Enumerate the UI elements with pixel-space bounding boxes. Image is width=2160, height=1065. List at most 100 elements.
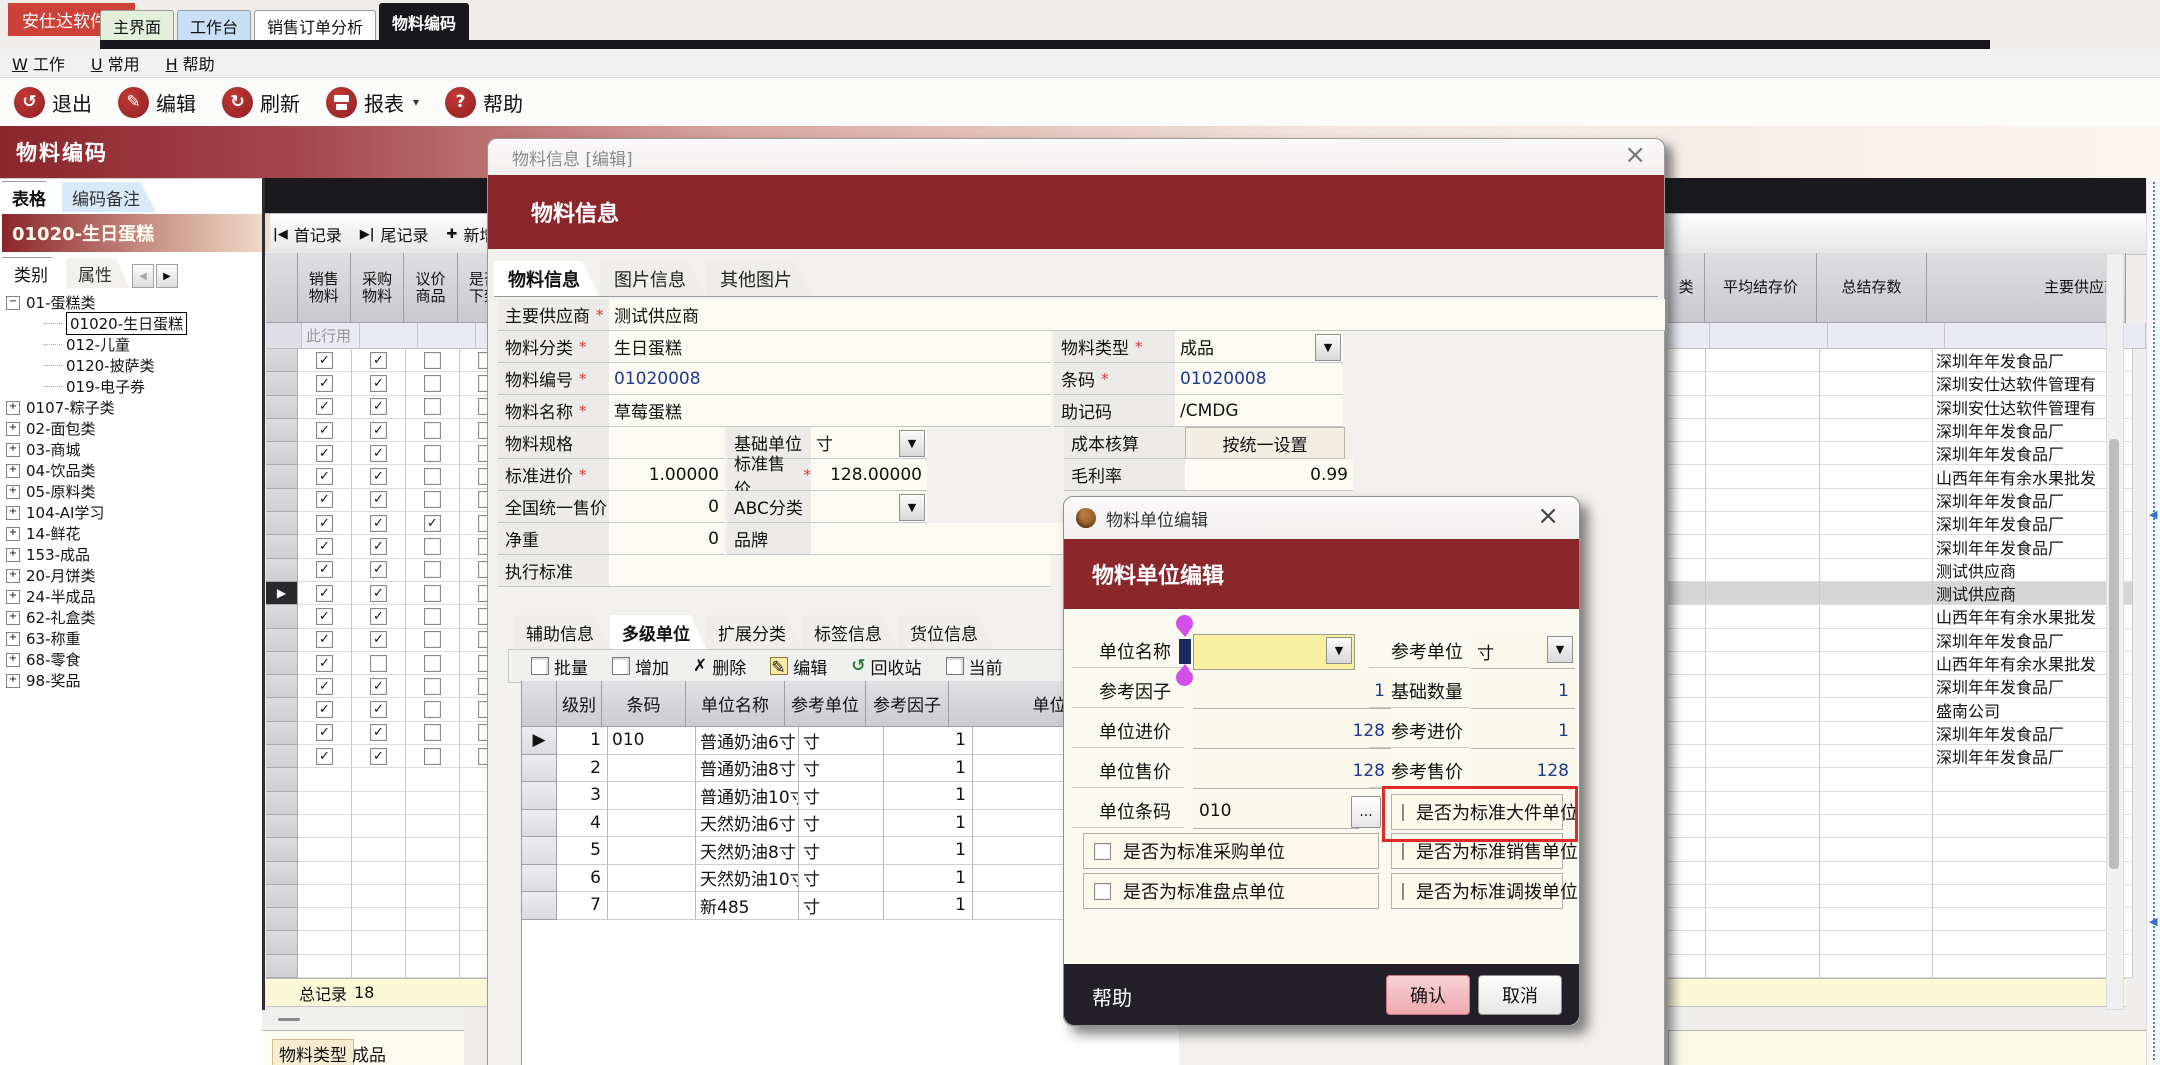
- checkbox-cell[interactable]: ✓: [298, 558, 352, 582]
- checkbox-cell[interactable]: ✓: [406, 512, 460, 536]
- chevron-down-icon[interactable]: ▼: [1326, 637, 1352, 664]
- row-header[interactable]: [266, 698, 298, 722]
- checkbox-cell[interactable]: ✓: [352, 628, 406, 652]
- toolbar-button[interactable]: ↺ 退出: [14, 86, 92, 118]
- tree-item[interactable]: 019-电子券: [6, 376, 258, 397]
- row-header[interactable]: [266, 651, 298, 676]
- table-row[interactable]: ✓ ✓: [266, 558, 514, 582]
- table-row[interactable]: [266, 884, 514, 909]
- tree-item[interactable]: 01020-生日蛋糕: [6, 312, 258, 335]
- checkbox-standard-purchase-unit[interactable]: 是否为标准采购单位: [1083, 833, 1379, 869]
- row-header[interactable]: [266, 954, 298, 979]
- tree-expander-icon[interactable]: +: [6, 400, 20, 415]
- table-row[interactable]: ✓ ✓: [266, 349, 514, 373]
- tab-scroll-left-icon[interactable]: ◀: [132, 264, 154, 288]
- table-row[interactable]: ✓ ✓: [266, 721, 514, 746]
- dialog-title-bar[interactable]: 物料单位编辑 ×: [1064, 497, 1579, 540]
- checkbox-cell[interactable]: ✓: [352, 605, 406, 629]
- supplier-cell[interactable]: [1933, 931, 2133, 955]
- table-row[interactable]: [1668, 768, 2133, 792]
- close-icon[interactable]: ×: [1537, 503, 1559, 529]
- table-row[interactable]: ✓ ✓: [266, 745, 514, 769]
- checkbox-cell[interactable]: ✓: [298, 605, 352, 629]
- tree-item[interactable]: +62-礼盒类: [6, 607, 258, 628]
- grid-left-filter-row[interactable]: 此行用: [266, 323, 534, 349]
- tab-other-pictures[interactable]: 其他图片: [706, 261, 812, 297]
- checkbox-cell[interactable]: ✓: [298, 698, 352, 722]
- checkbox-cell[interactable]: ✓: [352, 395, 406, 419]
- tree-expander-icon[interactable]: +: [6, 589, 20, 604]
- base-qty-field[interactable]: 1: [1471, 674, 1575, 709]
- filter-cell[interactable]: 此行用: [302, 323, 360, 349]
- toolbar-button[interactable]: ↻ 刷新: [222, 86, 300, 118]
- table-row[interactable]: [266, 768, 514, 792]
- table-row[interactable]: ✓ ✓: [266, 605, 514, 629]
- base-unit-combobox[interactable]: 寸 ▼: [811, 427, 927, 459]
- table-row[interactable]: 测试供应商: [1668, 581, 2133, 606]
- type-combobox[interactable]: 成品 ▼: [1175, 331, 1343, 363]
- tree-item[interactable]: 012-儿童: [6, 334, 258, 355]
- table-row[interactable]: 深圳年年发食品厂: [1668, 488, 2133, 513]
- row-header[interactable]: [266, 931, 298, 955]
- purchase-price-field[interactable]: 1.00000: [609, 459, 724, 491]
- grid-right-filter-row[interactable]: [1668, 323, 2146, 349]
- table-row[interactable]: ▶ ✓ ✓: [266, 581, 514, 606]
- tree-expander-icon[interactable]: +: [6, 505, 20, 520]
- table-row[interactable]: ✓ ✓ ✓: [266, 512, 514, 536]
- table-row[interactable]: 深圳年年发食品厂: [1668, 675, 2133, 699]
- tree-item[interactable]: +05-原料类: [6, 481, 258, 502]
- supplier-cell[interactable]: 深圳年年发食品厂: [1933, 442, 2133, 466]
- chevron-down-icon[interactable]: ▼: [1315, 334, 1341, 361]
- supplier-cell[interactable]: [1933, 908, 2133, 932]
- supplier-cell[interactable]: 测试供应商: [1933, 581, 2133, 606]
- tab-code-notes[interactable]: 编码备注: [62, 182, 156, 212]
- row-header[interactable]: [266, 395, 298, 419]
- checkbox-cell[interactable]: ✓: [352, 488, 406, 513]
- table-row[interactable]: ✓ ✓: [266, 465, 514, 489]
- supplier-cell[interactable]: [1933, 768, 2133, 792]
- checkbox-cell[interactable]: ✓: [352, 675, 406, 699]
- supplier-cell[interactable]: 深圳年年发食品厂: [1933, 349, 2133, 373]
- supplier-cell[interactable]: 深圳年年发食品厂: [1933, 512, 2133, 536]
- ref-factor-field[interactable]: 1: [1193, 674, 1391, 709]
- filter-cell[interactable]: [1668, 323, 1710, 349]
- checkbox-cell[interactable]: ✓: [352, 721, 406, 746]
- table-row[interactable]: [1668, 884, 2133, 909]
- tree-item[interactable]: −01-蛋糕类: [6, 292, 258, 313]
- barcode-field[interactable]: 01020008: [1175, 363, 1343, 395]
- sale-price-field[interactable]: 128.00000: [811, 459, 927, 491]
- checkbox-cell[interactable]: [406, 651, 460, 676]
- checkbox-cell[interactable]: ✓: [298, 581, 352, 606]
- unit-sale-price-field[interactable]: 128: [1193, 754, 1391, 789]
- checkbox-cell[interactable]: [406, 675, 460, 699]
- table-row[interactable]: 深圳年年发食品厂: [1668, 628, 2133, 652]
- subtab-multi-unit[interactable]: 多级单位: [610, 615, 706, 649]
- ref-unit-combobox[interactable]: 寸 ▼: [1471, 634, 1575, 669]
- row-header[interactable]: ▶: [266, 581, 298, 606]
- checkbox-cell[interactable]: ✓: [298, 721, 352, 746]
- table-row[interactable]: ✓: [266, 651, 514, 676]
- supplier-cell[interactable]: [1933, 791, 2133, 815]
- unit-toolbar-button[interactable]: 批量: [531, 654, 588, 679]
- filter-cell[interactable]: [1710, 323, 1828, 349]
- column-header[interactable]: 级别: [557, 681, 602, 727]
- table-row[interactable]: ✓ ✓: [266, 675, 514, 699]
- table-row[interactable]: 深圳年年发食品厂: [1668, 512, 2133, 536]
- checkbox-cell[interactable]: ✓: [352, 465, 406, 489]
- splitter-collapse-icon[interactable]: ◀: [2149, 508, 2157, 521]
- supplier-cell[interactable]: 深圳安仕达软件管理有: [1933, 395, 2133, 419]
- tree-item[interactable]: +68-零食: [6, 649, 258, 670]
- tree-item[interactable]: +0107-粽子类: [6, 397, 258, 418]
- selection-handle-top[interactable]: [1176, 615, 1193, 637]
- window-tab[interactable]: 主界面: [100, 10, 175, 40]
- table-row[interactable]: ✓ ✓: [266, 628, 514, 652]
- subtab-bin-info[interactable]: 货位信息: [898, 615, 994, 649]
- tree-expander-icon[interactable]: +: [6, 652, 20, 667]
- row-header[interactable]: [266, 721, 298, 746]
- tree-item[interactable]: +02-面包类: [6, 418, 258, 439]
- subtab-label-info[interactable]: 标签信息: [802, 615, 898, 649]
- table-row[interactable]: ✓ ✓: [266, 372, 514, 396]
- table-row[interactable]: ✓ ✓: [266, 395, 514, 419]
- checkbox-cell[interactable]: ✓: [352, 418, 406, 443]
- toolbar-button[interactable]: ? 帮助: [445, 86, 523, 118]
